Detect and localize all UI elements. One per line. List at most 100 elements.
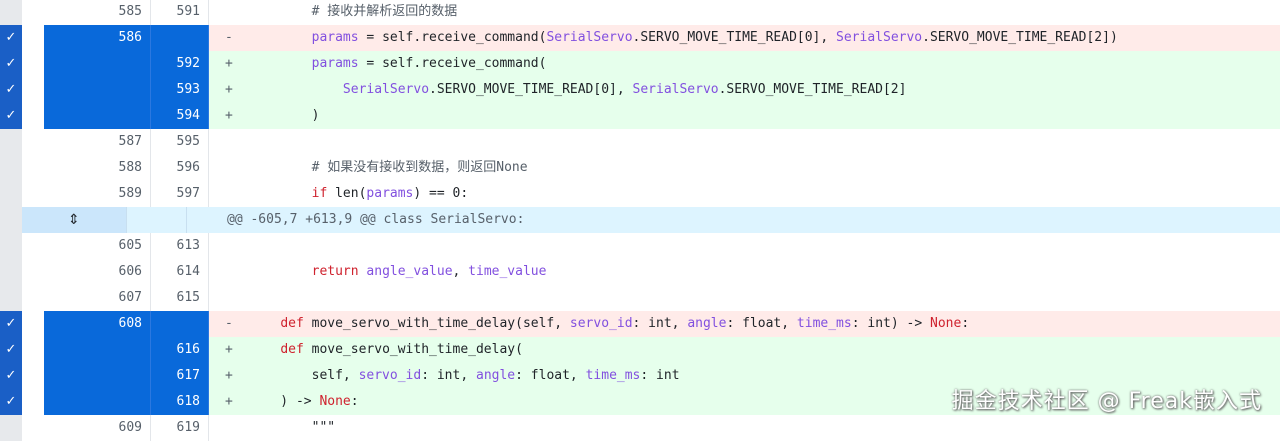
new-line-number[interactable]: 596 xyxy=(150,155,209,181)
new-line-number[interactable]: 619 xyxy=(150,415,209,441)
selected-check-icon[interactable]: ✓ xyxy=(0,25,22,51)
new-line-number[interactable]: 593 xyxy=(150,77,209,103)
old-line-number[interactable] xyxy=(44,363,150,389)
line-check-icon[interactable] xyxy=(22,415,44,441)
line-check-icon[interactable]: ✓ xyxy=(22,337,44,363)
line-check-icon[interactable] xyxy=(22,181,44,207)
new-line-number[interactable]: 615 xyxy=(150,285,209,311)
gutter-cell[interactable] xyxy=(0,259,22,285)
gutter-cell[interactable] xyxy=(0,415,22,441)
line-check-icon[interactable]: ✓ xyxy=(22,25,44,51)
new-line-number[interactable]: 618 xyxy=(150,389,209,415)
old-line-number[interactable]: 585 xyxy=(44,0,150,25)
old-line-number[interactable]: 588 xyxy=(44,155,150,181)
code-token: len( xyxy=(327,186,367,201)
old-line-number[interactable]: 586 xyxy=(44,25,150,51)
expand-hunk-control[interactable]: ⇕ xyxy=(22,207,187,233)
selected-check-icon[interactable]: ✓ xyxy=(0,103,22,129)
diff-line[interactable]: ✓ ✓ 608- def move_servo_with_time_delay(se… xyxy=(0,311,1280,337)
line-check-icon[interactable] xyxy=(22,129,44,155)
old-line-number[interactable]: 605 xyxy=(44,233,150,259)
line-check-icon[interactable] xyxy=(22,155,44,181)
new-line-number[interactable]: 616 xyxy=(150,337,209,363)
selected-check-icon[interactable]: ✓ xyxy=(0,337,22,363)
diff-sign: + xyxy=(209,389,249,415)
new-line-number[interactable]: 613 xyxy=(150,233,209,259)
code-token: angle xyxy=(687,316,727,331)
selected-check-icon[interactable]: ✓ xyxy=(0,51,22,77)
new-line-number[interactable]: 597 xyxy=(150,181,209,207)
old-line-number[interactable]: 609 xyxy=(44,415,150,441)
new-line-number[interactable] xyxy=(150,25,209,51)
code-token: move_servo_with_time_delay( xyxy=(303,342,523,357)
code-token: .SERVO_MOVE_TIME_READ[0], xyxy=(632,30,837,45)
selected-check-icon[interactable]: ✓ xyxy=(0,311,22,337)
expand-icon[interactable]: ⇕ xyxy=(22,207,127,233)
diff-line[interactable]: 588 596 # 如果没有接收到数据，则返回None xyxy=(0,155,1280,181)
new-line-number[interactable]: 594 xyxy=(150,103,209,129)
old-line-number[interactable]: 587 xyxy=(44,129,150,155)
selected-check-icon[interactable]: ✓ xyxy=(0,389,22,415)
watermark: 掘金技术社区 @ Freak嵌入式 xyxy=(951,389,1262,414)
line-check-icon[interactable]: ✓ xyxy=(22,77,44,103)
diff-sign: - xyxy=(209,311,249,337)
old-line-number[interactable] xyxy=(44,337,150,363)
diff-line[interactable]: ✓ ✓ 594 + ) xyxy=(0,103,1280,129)
code-token: self, xyxy=(249,368,359,383)
old-line-number[interactable]: 607 xyxy=(44,285,150,311)
line-check-icon[interactable]: ✓ xyxy=(22,103,44,129)
selected-check-icon[interactable]: ✓ xyxy=(0,363,22,389)
new-line-number[interactable]: 614 xyxy=(150,259,209,285)
old-line-number[interactable] xyxy=(44,389,150,415)
diff-line[interactable]: 606 614 return angle_value, time_value xyxy=(0,259,1280,285)
hunk-header: @@ -605,7 +613,9 @@ class SerialServo: xyxy=(187,207,1280,233)
gutter-cell[interactable] xyxy=(0,129,22,155)
diff-line[interactable]: ✓ ✓ 593 + SerialServo.SERVO_MOVE_TIME_READ[… xyxy=(0,77,1280,103)
diff-line[interactable]: 585 591 # 接收并解析返回的数据 xyxy=(0,0,1280,25)
line-check-icon[interactable] xyxy=(22,233,44,259)
diff-line[interactable]: 605 613 xyxy=(0,233,1280,259)
code-line: """ xyxy=(249,415,1280,441)
diff-sign xyxy=(209,285,249,311)
old-line-number[interactable] xyxy=(44,51,150,77)
line-check-icon[interactable]: ✓ xyxy=(22,311,44,337)
line-check-icon[interactable] xyxy=(22,0,44,25)
line-check-icon[interactable] xyxy=(22,285,44,311)
new-line-number[interactable]: 595 xyxy=(150,129,209,155)
diff-line[interactable]: ✓ ✓ 586- params = self.receive_command(Ser… xyxy=(0,25,1280,51)
diff-line[interactable]: ⇕ @@ -605,7 +613,9 @@ class SerialServo: xyxy=(0,207,1280,233)
gutter-cell[interactable] xyxy=(0,0,22,25)
line-check-icon[interactable]: ✓ xyxy=(22,51,44,77)
diff-line[interactable]: ✓ ✓ 592 + params = self.receive_command( xyxy=(0,51,1280,77)
code-token: params xyxy=(311,30,359,45)
line-check-icon[interactable]: ✓ xyxy=(22,363,44,389)
old-line-number[interactable] xyxy=(44,103,150,129)
code-token: time_ms xyxy=(796,316,852,331)
diff-line[interactable]: ✓ ✓ 616 + def move_servo_with_time_delay( xyxy=(0,337,1280,363)
old-line-number[interactable]: 589 xyxy=(44,181,150,207)
old-line-number[interactable]: 606 xyxy=(44,259,150,285)
diff-line[interactable]: 587 595 xyxy=(0,129,1280,155)
new-line-number[interactable]: 591 xyxy=(150,0,209,25)
diff-line[interactable]: 607 615 xyxy=(0,285,1280,311)
code-token: : float, xyxy=(726,316,797,331)
gutter-cell[interactable] xyxy=(0,155,22,181)
line-check-icon[interactable]: ✓ xyxy=(22,389,44,415)
line-check-icon[interactable] xyxy=(22,259,44,285)
new-line-number[interactable] xyxy=(150,311,209,337)
diff-line[interactable]: 609 619 """ xyxy=(0,415,1280,441)
diff-line[interactable]: 589 597 if len(params) == 0: xyxy=(0,181,1280,207)
gutter-cell[interactable] xyxy=(0,233,22,259)
gutter-cell[interactable] xyxy=(0,181,22,207)
gutter-cell[interactable] xyxy=(0,285,22,311)
new-line-number[interactable]: 617 xyxy=(150,363,209,389)
code-token: params xyxy=(366,186,414,201)
old-line-number[interactable] xyxy=(44,77,150,103)
code-token: servo_id xyxy=(358,368,422,383)
code-line: def move_servo_with_time_delay(self, ser… xyxy=(249,311,1280,337)
old-line-number[interactable]: 608 xyxy=(44,311,150,337)
new-line-number[interactable]: 592 xyxy=(150,51,209,77)
selected-check-icon[interactable]: ✓ xyxy=(0,77,22,103)
